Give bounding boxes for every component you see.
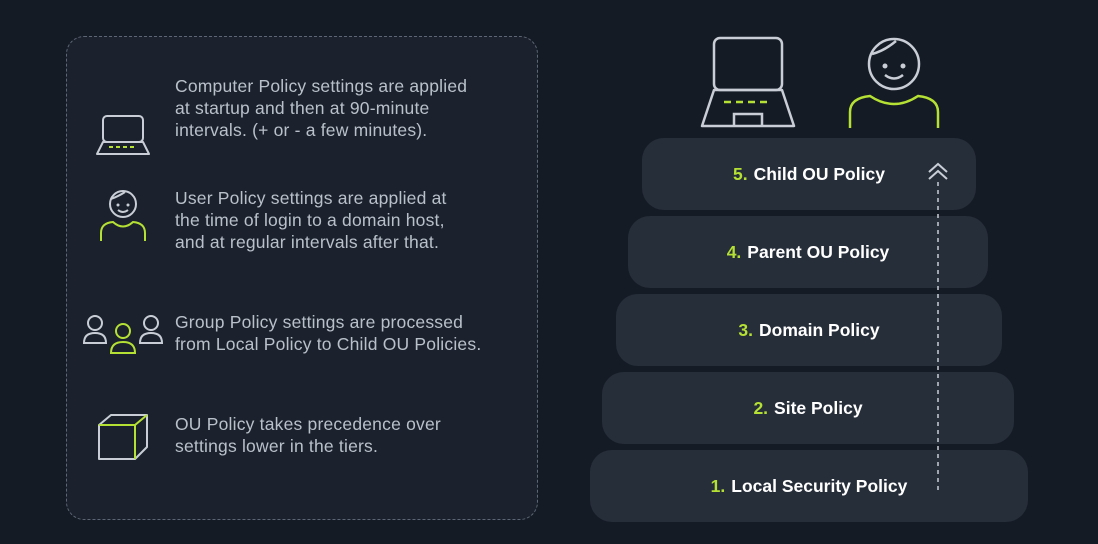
laptop-icon [700, 36, 796, 128]
note-line: from Local Policy to Child OU Policies. [175, 334, 482, 354]
tier-label: Domain Policy [759, 319, 880, 340]
tier-local-security-policy: 1. Local Security Policy [590, 450, 1028, 522]
tier-number: 1. [710, 475, 726, 496]
user-icon [848, 36, 940, 128]
tier-site-policy: 2. Site Policy [602, 372, 1014, 444]
note-line: settings lower in the tiers. [175, 436, 379, 456]
tier-label: Local Security Policy [731, 475, 908, 496]
tier-label: Child OU Policy [753, 163, 885, 184]
note-line: the time of login to a domain host, [175, 210, 445, 230]
cube-icon [95, 413, 151, 461]
note-line: at startup and then at 90-minute [175, 98, 430, 118]
note-line: User Policy settings are applied at [175, 188, 447, 208]
note-line: Group Policy settings are processed [175, 312, 464, 332]
info-panel: Computer Policy settings are applied at … [66, 36, 538, 520]
tier-number: 2. [753, 397, 769, 418]
tier-number: 3. [738, 319, 753, 340]
precedence-arrow [926, 162, 950, 494]
note-line: and at regular intervals after that. [175, 232, 440, 252]
note-line: OU Policy takes precedence over [175, 414, 441, 434]
tier-number: 5. [733, 163, 748, 184]
note-line: Computer Policy settings are applied [175, 76, 468, 96]
group-icon [82, 313, 164, 357]
tier-number: 4. [726, 241, 742, 262]
tier-label: Site Policy [774, 397, 863, 418]
laptop-icon [95, 113, 151, 157]
user-icon [95, 187, 151, 243]
tier-label: Parent OU Policy [747, 241, 890, 262]
double-chevron-up-icon [926, 162, 950, 182]
note-line: intervals. (+ or - a few minutes). [175, 120, 428, 140]
